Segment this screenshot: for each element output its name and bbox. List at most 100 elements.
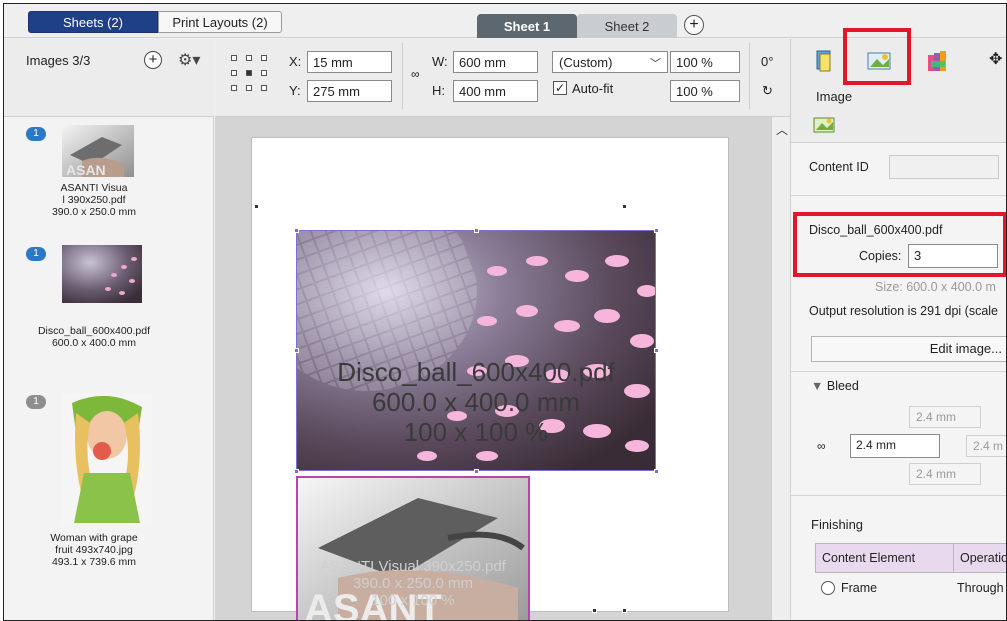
resize-handle[interactable]	[654, 228, 659, 233]
bleed-bottom-input[interactable]: 2.4 mm	[909, 463, 981, 485]
y-label: Y:	[289, 83, 301, 98]
svg-text:ASAN: ASAN	[66, 162, 106, 177]
overlay-filename: Disco_ball_600x400.pdf	[337, 357, 615, 387]
crop-mark	[622, 204, 627, 209]
tab-sheets[interactable]: Sheets (2)	[28, 11, 158, 33]
gear-icon[interactable]: ⚙▾	[178, 50, 200, 70]
image-subtab-icon[interactable]	[813, 115, 837, 135]
link-bleed-icon[interactable]: ∞	[817, 439, 826, 453]
rotate-icon[interactable]: ↻	[762, 83, 773, 99]
output-resolution-text: Output resolution is 291 dpi (scale	[809, 304, 998, 318]
image-overlay-text: ASANTI Visual 390x250.pdf 390.0 x 250.0 …	[298, 558, 528, 609]
resize-handle[interactable]	[294, 228, 299, 233]
overlay-size: 390.0 x 250.0 mm	[352, 575, 474, 592]
thumbnail-caption: Woman with grape fruit 493x740.jpg 493.1…	[19, 532, 169, 568]
bleed-left-input[interactable]: 2.4 mm	[850, 434, 940, 458]
bleed-top-input[interactable]: 2.4 mm	[909, 406, 981, 428]
table-cell-element: Frame	[841, 581, 878, 595]
scroll-up-icon[interactable]: ︿	[776, 121, 788, 138]
sheet-canvas[interactable]: Disco_ball_600x400.pdf 600.0 x 400.0 mm …	[215, 117, 790, 620]
auto-fit-checkbox[interactable]: ✓	[553, 81, 567, 95]
thumbnail-caption: ASANTI Visua l 390x250.pdf 390.0 x 250.0…	[19, 182, 169, 218]
size-preset-dropdown[interactable]: (Custom) ﹀	[552, 51, 668, 73]
images-panel-header: Images 3/3 + ⚙▾	[4, 39, 214, 117]
usage-count-badge: 1	[26, 395, 46, 409]
section-divider	[791, 195, 1006, 196]
triangle-down-icon: ▼	[811, 379, 827, 393]
caption-line: 600.0 x 400.0 mm	[51, 337, 137, 349]
add-sheet-button[interactable]: +	[684, 15, 704, 35]
caption-line: l 390x250.pdf	[62, 194, 126, 206]
anchor-point-selector[interactable]	[231, 55, 267, 93]
x-label: X:	[289, 54, 302, 69]
auto-fit-label: Auto-fit	[572, 81, 614, 96]
bleed-right-input[interactable]: 2.4 m	[966, 435, 1006, 457]
overlay-size: 600.0 x 400.0 mm	[371, 387, 581, 417]
link-dimensions-icon[interactable]: ∞	[411, 67, 420, 81]
image-overlay-text: Disco_ball_600x400.pdf 600.0 x 400.0 mm …	[297, 357, 655, 447]
width-label: W:	[432, 54, 448, 69]
bleed-label: Bleed	[826, 379, 859, 393]
app-window: Sheets (2) Print Layouts (2) Sheet 1 She…	[3, 3, 1007, 621]
crosshair-icon[interactable]: ✥	[989, 49, 1002, 69]
images-panel: Images 3/3 + ⚙▾ 1 ASAN ASANTI Visua l 39…	[4, 39, 214, 620]
placed-image-disco-ball[interactable]: Disco_ball_600x400.pdf 600.0 x 400.0 mm …	[296, 230, 656, 471]
height-input[interactable]: 400 mm	[453, 80, 538, 102]
table-cell-operation: Through	[957, 581, 1004, 595]
thumbnail-caption: Disco_ball_600x400.pdf 600.0 x 400.0 mm	[19, 325, 169, 349]
toolbar-divider	[402, 43, 403, 109]
frame-radio[interactable]	[821, 581, 835, 595]
overlay-filename: ASANTI Visual 390x250.pdf	[320, 558, 506, 575]
bleed-toggle[interactable]: ▼ Bleed	[811, 379, 859, 393]
caption-line: 493.1 x 739.6 mm	[51, 556, 137, 568]
page-icon[interactable]	[811, 47, 839, 75]
sheet-tab-2[interactable]: Sheet 2	[577, 14, 677, 38]
sheet-tab-1[interactable]: Sheet 1	[477, 14, 577, 38]
rotation-value[interactable]: 0°	[761, 54, 773, 69]
highlight-box-image-tab	[843, 28, 911, 85]
resize-handle[interactable]	[474, 469, 479, 474]
size-preset-value: (Custom)	[559, 55, 613, 70]
y-position-input[interactable]: 275 mm	[307, 80, 392, 102]
woman-thumbnail	[62, 393, 152, 523]
resize-handle[interactable]	[654, 469, 659, 474]
usage-count-badge: 1	[26, 247, 46, 261]
size-text: Size: 600.0 x 400.0 m	[875, 280, 996, 294]
overlay-scale: 100 x 100 %	[403, 417, 549, 447]
placed-image-asanti[interactable]: ASANT ASANTI Visual 390x250.pdf 390.0 x …	[296, 476, 530, 620]
content-id-input[interactable]	[889, 155, 999, 179]
resize-handle[interactable]	[474, 228, 479, 233]
finishing-table-header: Content Element Operatio	[815, 543, 1006, 573]
resize-handle[interactable]	[294, 348, 299, 353]
caption-line: 390.0 x 250.0 mm	[51, 206, 137, 218]
scale-width-input[interactable]: 100 %	[670, 51, 740, 73]
toolbar-divider	[749, 43, 750, 109]
edit-image-button[interactable]: Edit image...	[811, 336, 1006, 362]
scale-height-input[interactable]: 100 %	[670, 80, 740, 102]
add-image-button[interactable]: +	[144, 51, 162, 69]
width-input[interactable]: 600 mm	[453, 51, 538, 73]
transform-toolbar: X: 15 mm Y: 275 mm ∞ W: 600 mm H: 400 mm…	[215, 39, 790, 117]
caption-line: ASANTI Visua	[60, 182, 128, 194]
resize-handle[interactable]	[654, 348, 659, 353]
tab-print-layouts[interactable]: Print Layouts (2)	[158, 11, 282, 33]
chevron-down-icon: ﹀	[650, 58, 661, 70]
crop-mark	[592, 608, 597, 613]
crop-mark	[622, 608, 627, 613]
color-swatches-icon[interactable]	[923, 47, 951, 75]
crop-mark	[254, 204, 259, 209]
height-label: H:	[432, 83, 445, 98]
x-position-input[interactable]: 15 mm	[307, 51, 392, 73]
finishing-label: Finishing	[811, 517, 864, 532]
highlight-box-copies	[793, 212, 1006, 277]
caption-line: fruit 493x740.jpg	[55, 544, 133, 556]
image-section-label: Image	[816, 89, 853, 104]
vertical-scrollbar[interactable]: ︿	[771, 117, 790, 620]
column-operation[interactable]: Operatio	[954, 544, 1006, 572]
images-count-title: Images 3/3	[26, 53, 91, 68]
caption-line: Disco_ball_600x400.pdf	[37, 325, 151, 337]
usage-count-badge: 1	[26, 127, 46, 141]
asanti-thumbnail: ASAN	[62, 125, 134, 177]
column-content-element[interactable]: Content Element	[816, 544, 954, 572]
resize-handle[interactable]	[294, 469, 299, 474]
